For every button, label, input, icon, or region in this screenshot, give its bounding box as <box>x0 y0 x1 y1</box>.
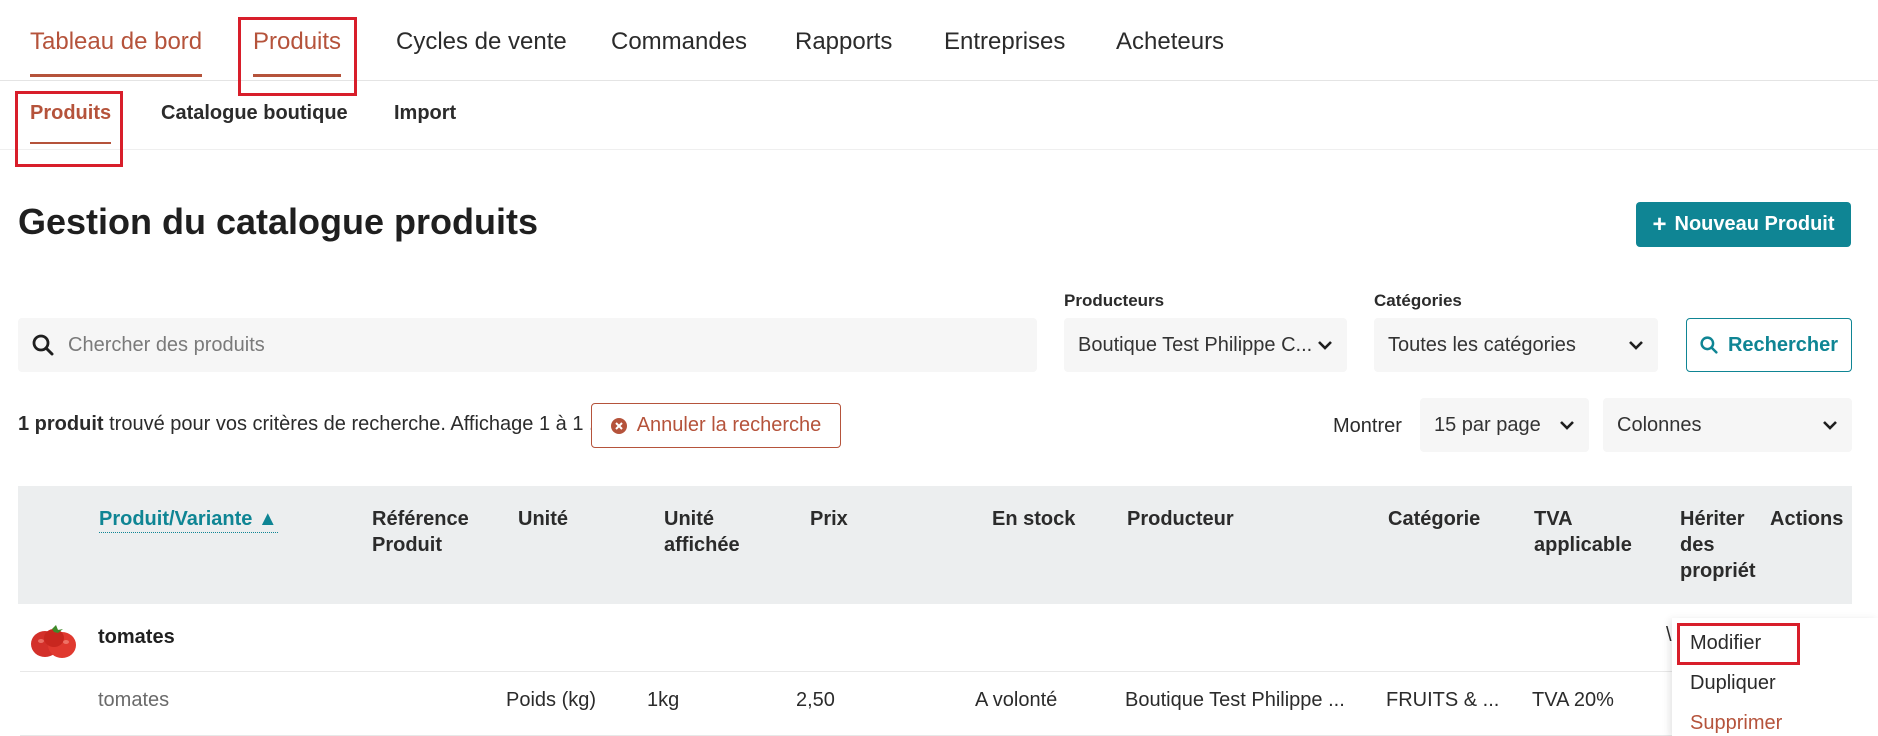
search-button[interactable]: Rechercher <box>1686 318 1852 372</box>
variant-stock: A volonté <box>975 689 1058 711</box>
column-header-category: Catégorie <box>1388 508 1481 530</box>
column-header-inherit-line3: propriét <box>1680 560 1756 582</box>
column-header-reference: Référence Produit <box>372 506 469 558</box>
column-header-unit: Unité <box>518 508 568 530</box>
subtab-catalogue-boutique[interactable]: Catalogue boutique <box>161 102 348 142</box>
cancel-search-label: Annuler la recherche <box>636 414 822 436</box>
show-label: Montrer <box>1333 415 1402 437</box>
categories-value: Toutes les catégories <box>1388 333 1576 356</box>
producers-value: Boutique Test Philippe C... <box>1078 333 1313 356</box>
product-thumbnail <box>31 625 76 658</box>
column-header-unit-display-line1: Unité <box>664 508 714 530</box>
producers-label: Producteurs <box>1064 291 1165 310</box>
tab-rapports[interactable]: Rapports <box>795 28 892 74</box>
results-summary: 1 produit trouvé pour vos critères de re… <box>18 413 595 436</box>
column-header-product[interactable]: Produit/Variante ▲ <box>99 506 278 533</box>
producers-select[interactable]: Boutique Test Philippe C... <box>1064 318 1347 372</box>
per-page-select[interactable]: 15 par page <box>1420 398 1589 452</box>
tab-acheteurs[interactable]: Acheteurs <box>1116 28 1224 74</box>
page-title: Gestion du catalogue produits <box>18 201 539 242</box>
column-header-unit-display: Unité affichée <box>664 506 740 558</box>
tab-entreprises[interactable]: Entreprises <box>944 28 1065 74</box>
subtab-import[interactable]: Import <box>394 102 456 142</box>
column-header-inherit-line1: Hériter <box>1680 508 1745 530</box>
per-page-value: 15 par page <box>1434 413 1541 436</box>
variant-unit: Poids (kg) <box>506 689 597 711</box>
inherit-partial-text: \ <box>1666 624 1672 646</box>
search-icon <box>1700 336 1718 354</box>
variant-name: tomates <box>98 689 170 711</box>
column-header-vat: TVA applicable <box>1534 506 1632 558</box>
action-dupliquer[interactable]: Dupliquer <box>1690 672 1776 695</box>
new-product-label: Nouveau Produit <box>1674 213 1835 235</box>
column-header-inherit: Hériter des propriét <box>1680 506 1756 584</box>
categories-select[interactable]: Toutes les catégories <box>1374 318 1658 372</box>
close-circle-icon <box>610 417 627 434</box>
chevron-down-icon <box>1629 341 1643 350</box>
chevron-down-icon <box>1318 341 1332 350</box>
actions-menu: Modifier Dupliquer Supprimer <box>1672 618 1878 736</box>
tab-cycles-de-vente[interactable]: Cycles de vente <box>396 28 567 74</box>
product-name[interactable]: tomates <box>98 626 175 649</box>
columns-select[interactable]: Colonnes <box>1603 398 1852 452</box>
column-header-price: Prix <box>810 508 848 530</box>
tab-produits[interactable]: Produits <box>253 28 342 77</box>
action-modifier[interactable]: Modifier <box>1690 632 1761 655</box>
column-header-inherit-line2: des <box>1680 534 1715 556</box>
action-supprimer[interactable]: Supprimer <box>1690 712 1782 735</box>
variant-category: FRUITS & ... <box>1386 689 1500 711</box>
results-text: trouvé pour vos critères de recherche. A… <box>103 413 595 435</box>
search-box <box>18 318 1037 372</box>
column-header-unit-display-line2: affichée <box>664 534 740 556</box>
columns-value: Colonnes <box>1617 413 1702 436</box>
variant-vat: TVA 20% <box>1532 689 1614 711</box>
variant-price: 2,50 <box>796 689 835 711</box>
search-button-label: Rechercher <box>1727 333 1839 356</box>
column-header-producer: Producteur <box>1127 508 1234 530</box>
sub-navigation: Produits Catalogue boutique Import <box>0 81 1878 150</box>
table-row-product: tomates \ <box>20 606 1850 672</box>
search-icon <box>32 334 54 356</box>
tab-commandes[interactable]: Commandes <box>611 28 747 74</box>
search-input[interactable] <box>68 333 968 357</box>
plus-icon: + <box>1652 210 1667 238</box>
tab-tableau-de-bord[interactable]: Tableau de bord <box>30 28 203 77</box>
chevron-down-icon <box>1823 421 1837 430</box>
chevron-down-icon <box>1560 421 1574 430</box>
subtab-produits[interactable]: Produits <box>30 102 112 144</box>
results-count: 1 produit <box>18 413 104 435</box>
variant-unit-display: 1kg <box>647 689 680 711</box>
table-header: Produit/Variante ▲ Référence Produit Uni… <box>18 486 1852 604</box>
column-header-stock: En stock <box>992 508 1076 530</box>
variant-producer: Boutique Test Philippe ... <box>1125 689 1345 711</box>
column-header-reference-line1: Référence <box>372 508 469 530</box>
top-navigation: Tableau de bord Produits Cycles de vente… <box>0 0 1878 81</box>
categories-label: Catégories <box>1374 291 1462 310</box>
table-row-variant: tomates Poids (kg) 1kg 2,50 A volonté Bo… <box>20 672 1850 736</box>
column-header-vat-line1: TVA <box>1534 508 1573 530</box>
column-header-reference-line2: Produit <box>372 534 442 556</box>
cancel-search-button[interactable]: Annuler la recherche <box>591 403 841 448</box>
column-header-vat-line2: applicable <box>1534 534 1632 556</box>
new-product-button[interactable]: + Nouveau Produit <box>1636 202 1851 247</box>
column-header-actions: Actions <box>1770 508 1844 530</box>
